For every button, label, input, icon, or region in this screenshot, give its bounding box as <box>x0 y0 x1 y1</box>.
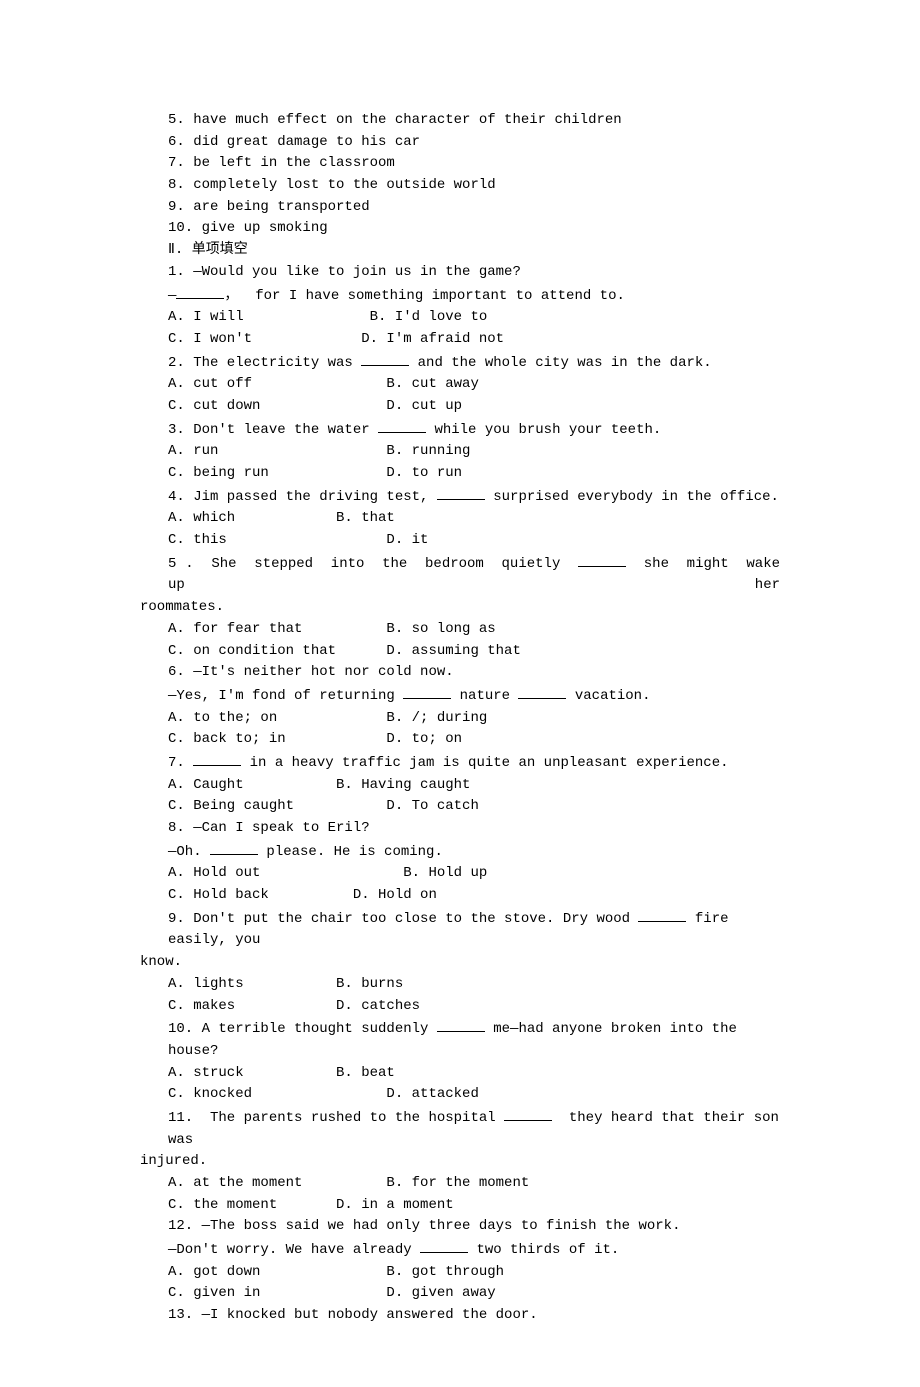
text-line: 10. give up smoking <box>140 218 780 240</box>
text-line: —Yes, I'm fond of returning nature vacat… <box>140 684 780 708</box>
text-span: two thirds of it. <box>468 1242 619 1258</box>
text-line: 5 . She stepped into the bedroom quietly… <box>140 552 780 597</box>
text-line: A. to the; on B. /; during <box>140 708 780 730</box>
text-line: —Oh. please. He is coming. <box>140 840 780 864</box>
text-line: A. got down B. got through <box>140 1262 780 1284</box>
fill-blank <box>403 684 451 699</box>
text-line: C. back to; in D. to; on <box>140 729 780 751</box>
text-line: C. I won't D. I'm afraid not <box>140 329 780 351</box>
text-line: A. I will B. I'd love to <box>140 307 780 329</box>
text-line: C. cut down D. cut up <box>140 396 780 418</box>
text-line: 8. completely lost to the outside world <box>140 175 780 197</box>
fill-blank <box>518 684 566 699</box>
text-line: 6. —It's neither hot nor cold now. <box>140 662 780 684</box>
text-line: 13. —I knocked but nobody answered the d… <box>140 1305 780 1327</box>
text-line: — ， for I have something important to att… <box>140 284 780 308</box>
text-line: A. which B. that <box>140 508 780 530</box>
text-line: —Don't worry. We have already two thirds… <box>140 1238 780 1262</box>
text-span: in a heavy traffic jam is quite an unple… <box>241 755 728 771</box>
text-line: 7. in a heavy traffic jam is quite an un… <box>140 751 780 775</box>
text-span: ， for I have something important to atte… <box>224 288 624 304</box>
text-line: A. Hold out B. Hold up <box>140 863 780 885</box>
text-line: 10. A terrible thought suddenly me—had a… <box>140 1017 780 1062</box>
text-span: 5 . She stepped into the bedroom quietly <box>168 556 578 572</box>
text-line: 2. The electricity was and the whole cit… <box>140 351 780 375</box>
text-line: C. the moment D. in a moment <box>140 1195 780 1217</box>
fill-blank <box>420 1238 468 1253</box>
text-span: —Yes, I'm fond of returning <box>168 688 403 704</box>
text-span: 7. <box>168 755 193 771</box>
text-line: C. on condition that D. assuming that <box>140 641 780 663</box>
text-line: 11. The parents rushed to the hospital t… <box>140 1106 780 1151</box>
text-span: surprised everybody in the office. <box>485 489 779 505</box>
text-line: 8. —Can I speak to Eril? <box>140 818 780 840</box>
fill-blank <box>437 485 485 500</box>
text-line: roommates. <box>140 597 780 619</box>
fill-blank <box>638 907 686 922</box>
text-line: A. for fear that B. so long as <box>140 619 780 641</box>
text-span: and the whole city was in the dark. <box>409 355 711 371</box>
text-span: 11. The parents rushed to the hospital <box>168 1110 504 1126</box>
text-line: 1. —Would you like to join us in the gam… <box>140 262 780 284</box>
fill-blank <box>504 1106 552 1121</box>
text-line: C. knocked D. attacked <box>140 1084 780 1106</box>
text-span: 9. Don't put the chair too close to the … <box>168 911 638 927</box>
text-line: A. struck B. beat <box>140 1063 780 1085</box>
text-span: vacation. <box>566 688 650 704</box>
text-line: A. lights B. burns <box>140 974 780 996</box>
text-line: C. Being caught D. To catch <box>140 796 780 818</box>
text-span: 10. A terrible thought suddenly <box>168 1021 437 1037</box>
text-line: 3. Don't leave the water while you brush… <box>140 418 780 442</box>
fill-blank <box>193 751 241 766</box>
fill-blank <box>210 840 258 855</box>
text-line: Ⅱ. 单项填空 <box>140 240 780 262</box>
text-span: 3. Don't leave the water <box>168 422 378 438</box>
text-line: C. Hold back D. Hold on <box>140 885 780 907</box>
text-line: A. run B. running <box>140 441 780 463</box>
text-span: —Oh. <box>168 844 210 860</box>
text-line: 9. are being transported <box>140 197 780 219</box>
text-line: A. cut off B. cut away <box>140 374 780 396</box>
text-line: C. being run D. to run <box>140 463 780 485</box>
text-line: 12. —The boss said we had only three day… <box>140 1216 780 1238</box>
fill-blank <box>176 284 224 299</box>
text-span: nature <box>451 688 518 704</box>
text-line: 5. have much effect on the character of … <box>140 110 780 132</box>
text-span: while you brush your teeth. <box>426 422 661 438</box>
fill-blank <box>578 552 626 567</box>
text-span: 4. Jim passed the driving test, <box>168 489 437 505</box>
text-line: C. makes D. catches <box>140 996 780 1018</box>
text-line: 7. be left in the classroom <box>140 153 780 175</box>
text-line: A. Caught B. Having caught <box>140 775 780 797</box>
text-line: know. <box>140 952 780 974</box>
text-line: C. this D. it <box>140 530 780 552</box>
text-line: injured. <box>140 1151 780 1173</box>
text-line: A. at the moment B. for the moment <box>140 1173 780 1195</box>
fill-blank <box>437 1017 485 1032</box>
fill-blank <box>361 351 409 366</box>
text-span: please. He is coming. <box>258 844 443 860</box>
text-line: 6. did great damage to his car <box>140 132 780 154</box>
fill-blank <box>378 418 426 433</box>
text-span: —Don't worry. We have already <box>168 1242 420 1258</box>
text-line: 9. Don't put the chair too close to the … <box>140 907 780 952</box>
document-body: 5. have much effect on the character of … <box>140 110 780 1327</box>
text-span: — <box>168 288 176 304</box>
text-line: 4. Jim passed the driving test, surprise… <box>140 485 780 509</box>
text-span: 2. The electricity was <box>168 355 361 371</box>
